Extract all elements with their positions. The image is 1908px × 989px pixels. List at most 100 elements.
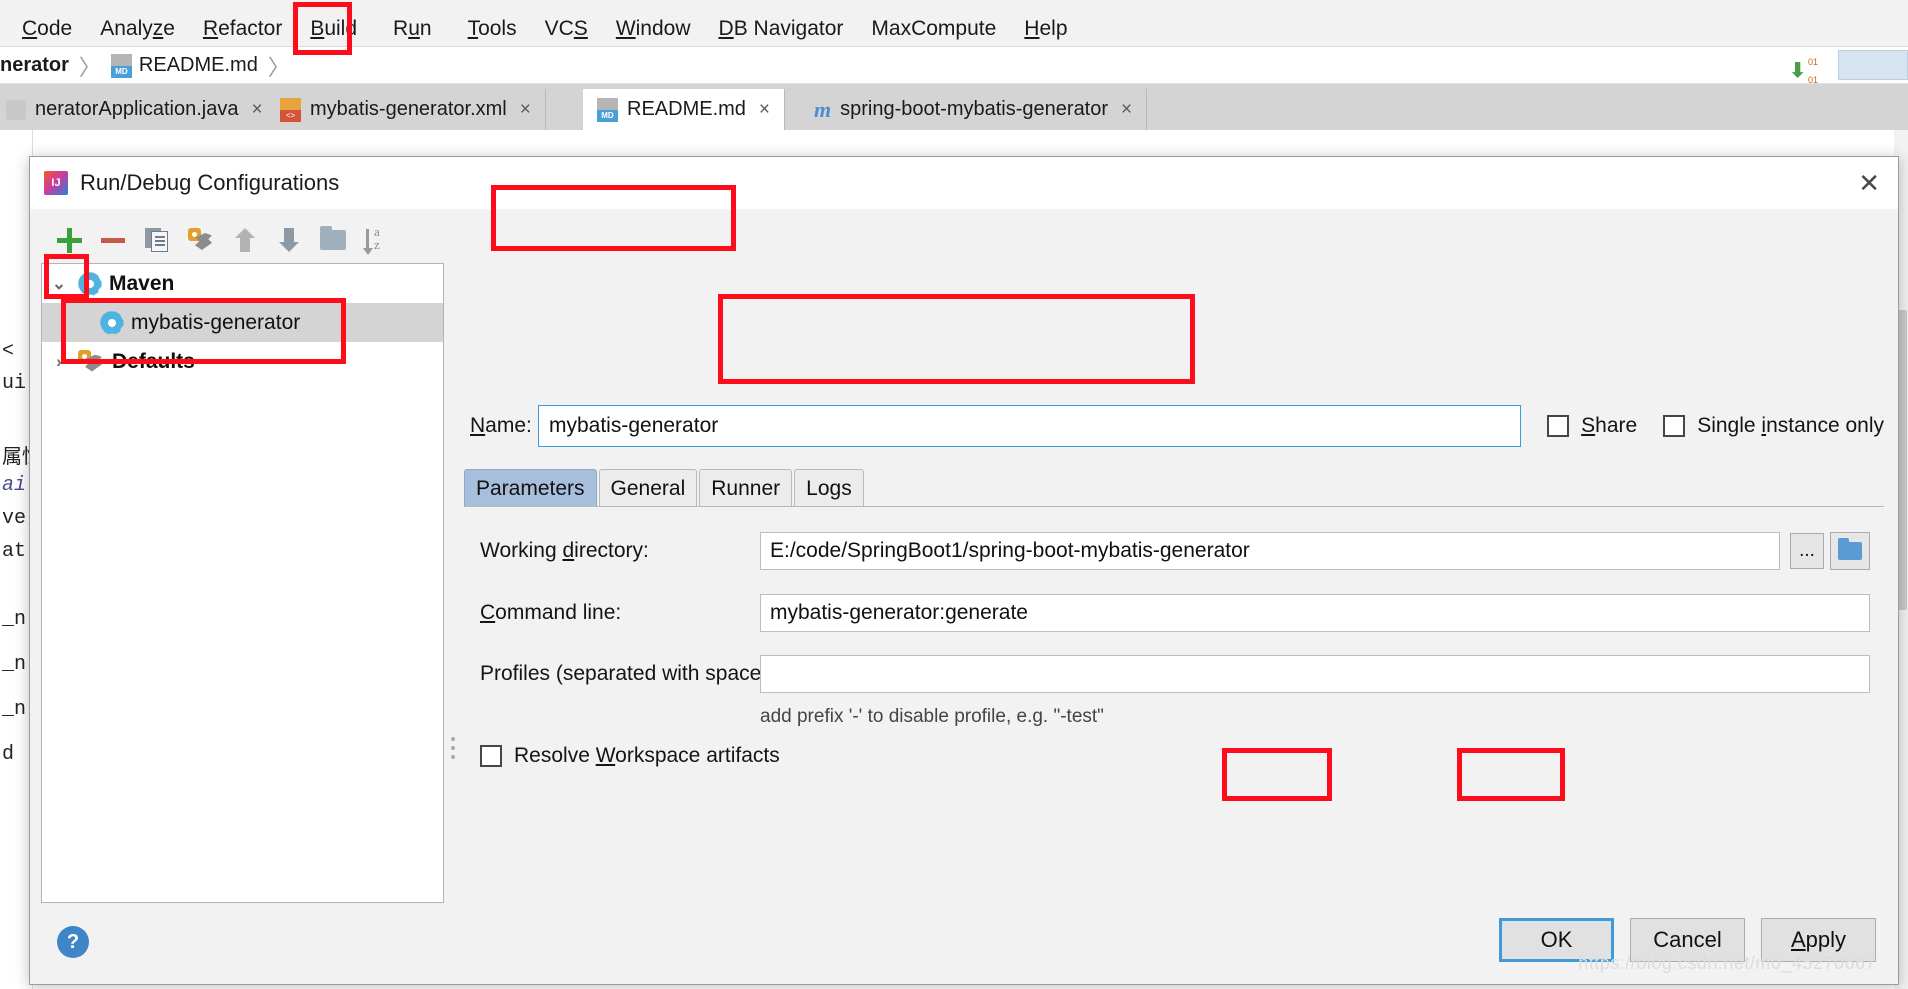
download-count-line1: 01 bbox=[1807, 57, 1818, 67]
editor-tab-xml[interactable]: mybatis-generator.xml × bbox=[266, 89, 546, 130]
command-line-input[interactable] bbox=[760, 594, 1870, 632]
tab-runner[interactable]: Runner bbox=[699, 469, 793, 507]
maven-gear-icon bbox=[100, 310, 123, 335]
arrow-up-icon bbox=[235, 228, 255, 252]
minus-icon bbox=[101, 237, 125, 243]
folder-icon bbox=[320, 226, 346, 250]
top-right-panel bbox=[1838, 50, 1908, 80]
menu-item-vcs[interactable]: VCS bbox=[531, 10, 602, 47]
maven-module-icon: m bbox=[814, 96, 832, 122]
java-file-icon bbox=[6, 99, 26, 120]
menu-item-analyze[interactable]: Analyze bbox=[86, 10, 189, 47]
run-debug-configurations-dialog: Run/Debug Configurations ✕ az ⌄ Maven my… bbox=[29, 156, 1899, 985]
breadcrumb-separator-2: 〉 bbox=[267, 54, 290, 80]
markdown-file-icon bbox=[110, 53, 132, 78]
copy-icon bbox=[145, 228, 169, 252]
close-icon[interactable]: × bbox=[1121, 99, 1132, 121]
editor-ghost-line-5: ve bbox=[2, 507, 27, 530]
tab-general[interactable]: General bbox=[598, 469, 698, 507]
menu-item-code[interactable]: Code bbox=[8, 10, 86, 47]
editor-tab-java[interactable]: neratorApplication.java × bbox=[0, 89, 278, 130]
profiles-hint: add prefix '-' to disable profile, e.g. … bbox=[760, 706, 1104, 727]
share-checkbox-box[interactable] bbox=[1547, 415, 1570, 437]
close-icon[interactable]: × bbox=[251, 99, 262, 121]
close-icon[interactable]: × bbox=[520, 99, 531, 121]
working-directory-browse-button[interactable]: ... bbox=[1790, 533, 1824, 569]
intellij-idea-icon bbox=[44, 171, 68, 195]
editor-ghost-line-8: _n bbox=[2, 608, 27, 631]
configurations-tree[interactable]: ⌄ Maven mybatis-generator › Defaults bbox=[41, 263, 444, 903]
menu-item-run[interactable]: Run bbox=[371, 10, 454, 47]
working-directory-input[interactable] bbox=[760, 532, 1780, 570]
download-indicator[interactable]: ⬇ 01 01 bbox=[1789, 52, 1818, 88]
wrench-defaults-icon bbox=[78, 349, 104, 374]
menu-item-tools[interactable]: Tools bbox=[454, 10, 531, 47]
breadcrumb-separator-1: 〉 bbox=[78, 54, 101, 80]
move-down-button[interactable] bbox=[267, 218, 311, 262]
menu-bar: Code Analyze Refactor Build Run Tools VC… bbox=[0, 10, 1908, 47]
menu-item-build[interactable]: Build bbox=[296, 10, 371, 47]
download-counts: 01 01 bbox=[1808, 52, 1818, 88]
working-directory-folder-button[interactable] bbox=[1830, 532, 1870, 570]
tree-item-maven[interactable]: ⌄ Maven bbox=[42, 264, 443, 303]
edit-templates-button[interactable] bbox=[179, 218, 223, 262]
splitter-handle[interactable] bbox=[448, 732, 458, 762]
single-instance-only-checkbox-box[interactable] bbox=[1663, 415, 1686, 437]
tab-logs[interactable]: Logs bbox=[794, 469, 864, 507]
command-line-row: Command line: bbox=[480, 594, 1870, 632]
chevron-down-icon[interactable]: ⌄ bbox=[48, 274, 70, 294]
arrow-down-icon bbox=[279, 228, 299, 252]
resolve-workspace-artifacts-checkbox-box[interactable] bbox=[480, 745, 502, 767]
editor-tab-readme-label: README.md bbox=[627, 98, 746, 120]
ide-top-strip-ghost-text bbox=[0, 0, 1908, 9]
resolve-workspace-artifacts-checkbox[interactable]: Resolve Workspace artifacts bbox=[480, 744, 780, 768]
move-into-folder-button[interactable] bbox=[311, 218, 355, 262]
breadcrumb-file-label: README.md bbox=[138, 54, 258, 76]
tab-parameters[interactable]: Parameters bbox=[464, 469, 597, 507]
ide-top-strip bbox=[0, 0, 1908, 10]
working-directory-row: Working directory: ... bbox=[480, 532, 1870, 570]
single-instance-only-checkbox[interactable]: Single instance only bbox=[1663, 414, 1884, 438]
add-configuration-button[interactable] bbox=[47, 218, 91, 262]
editor-tab-xml-label: mybatis-generator.xml bbox=[310, 98, 507, 120]
menu-item-help[interactable]: Help bbox=[1010, 10, 1081, 47]
breadcrumb-project[interactable]: nerator bbox=[0, 54, 69, 77]
editor-tab-readme[interactable]: README.md × bbox=[583, 89, 786, 130]
profiles-label: Profiles (separated with space): bbox=[480, 662, 775, 685]
dialog-title-bar: Run/Debug Configurations ✕ bbox=[30, 157, 1898, 209]
tree-item-maven-label: Maven bbox=[109, 271, 175, 295]
editor-ghost-line-6: at bbox=[2, 540, 27, 563]
tree-item-mybatis-generator[interactable]: mybatis-generator bbox=[42, 303, 443, 342]
move-up-button[interactable] bbox=[223, 218, 267, 262]
copy-configuration-button[interactable] bbox=[135, 218, 179, 262]
editor-tab-maven-module[interactable]: m spring-boot-mybatis-generator × bbox=[800, 89, 1148, 130]
breadcrumb-file[interactable]: README.md bbox=[110, 53, 258, 78]
menu-bar-items: Code Analyze Refactor Build Run Tools VC… bbox=[0, 10, 1908, 47]
watermark: https://blog.csdn.net/m0_45270667 bbox=[1578, 953, 1876, 973]
wrench-icon bbox=[188, 228, 214, 252]
breadcrumb-bar: nerator 〉 README.md 〉 bbox=[0, 47, 1908, 84]
editor-ghost-line-10: _n bbox=[2, 698, 27, 721]
tree-item-defaults[interactable]: › Defaults bbox=[42, 342, 443, 381]
blue-folder-icon bbox=[1838, 538, 1862, 560]
help-button[interactable]: ? bbox=[57, 926, 89, 958]
download-arrow-icon: ⬇ bbox=[1789, 59, 1806, 82]
menu-item-window[interactable]: Window bbox=[602, 10, 705, 47]
close-icon[interactable]: × bbox=[759, 99, 770, 121]
name-input[interactable] bbox=[538, 405, 1522, 447]
share-checkbox-label: Share bbox=[1581, 414, 1638, 437]
xml-file-icon bbox=[280, 97, 301, 122]
sort-configurations-button[interactable]: az bbox=[355, 218, 399, 262]
profiles-input[interactable] bbox=[760, 655, 1870, 693]
menu-item-refactor[interactable]: Refactor bbox=[189, 10, 296, 47]
remove-configuration-button[interactable] bbox=[91, 218, 135, 262]
close-icon[interactable]: ✕ bbox=[1858, 170, 1880, 196]
configuration-tabs: Parameters General Runner Logs bbox=[464, 469, 864, 507]
breadcrumb: nerator 〉 README.md 〉 bbox=[0, 47, 1908, 84]
menu-item-maxcompute[interactable]: MaxCompute bbox=[857, 10, 1010, 47]
chevron-right-icon[interactable]: › bbox=[48, 352, 70, 372]
editor-tab-java-label: neratorApplication.java bbox=[35, 98, 239, 120]
share-checkbox[interactable]: Share bbox=[1547, 414, 1637, 438]
menu-item-db-navigator[interactable]: DB Navigator bbox=[705, 10, 858, 47]
editor-ghost-line-4: ai bbox=[2, 474, 27, 497]
